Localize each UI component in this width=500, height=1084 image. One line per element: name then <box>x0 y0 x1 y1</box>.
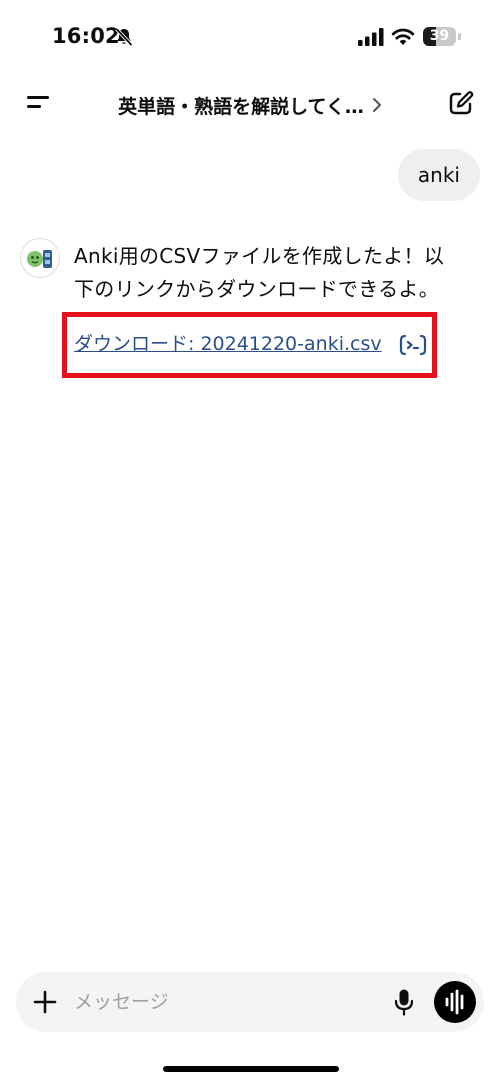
battery-icon: 39 <box>423 27 456 46</box>
battery-percent: 39 <box>429 28 450 44</box>
plus-icon[interactable] <box>33 990 57 1014</box>
chat-screen: 16:02 39 英単語・熟語を解説してく… anki Anki用のCSVファイ… <box>0 0 500 1084</box>
compose-icon[interactable] <box>448 90 474 116</box>
microphone-icon[interactable] <box>394 988 414 1016</box>
download-link[interactable]: ダウンロード: 20241220-anki.csv <box>74 330 382 358</box>
wifi-icon <box>391 28 415 45</box>
bell-slash-icon <box>115 27 133 47</box>
conversation-title-button[interactable]: 英単語・熟語を解説してく… <box>100 90 400 120</box>
chat-header: 英単語・熟語を解説してく… <box>0 70 500 140</box>
code-interpreter-icon[interactable] <box>398 333 428 357</box>
cellular-signal-icon <box>358 28 384 46</box>
voice-waveform-icon <box>445 989 464 1015</box>
chevron-right-icon <box>372 98 381 112</box>
conversation-title: 英単語・熟語を解説してく… <box>118 95 364 118</box>
status-bar: 16:02 39 <box>0 0 500 70</box>
menu-button[interactable] <box>24 92 54 114</box>
message-input[interactable] <box>74 982 374 1022</box>
battery-tip <box>458 33 461 40</box>
home-indicator <box>163 1066 339 1072</box>
assistant-message-text: Anki用のCSVファイルを作成したよ！以下のリンクからダウンロードできるよ。 <box>74 244 445 301</box>
assistant-avatar-icon <box>27 250 52 268</box>
user-message-bubble: anki <box>397 149 480 201</box>
assistant-avatar <box>20 238 60 278</box>
message-composer <box>16 972 484 1032</box>
status-time: 16:02 <box>52 24 120 48</box>
voice-mode-button[interactable] <box>434 981 476 1023</box>
